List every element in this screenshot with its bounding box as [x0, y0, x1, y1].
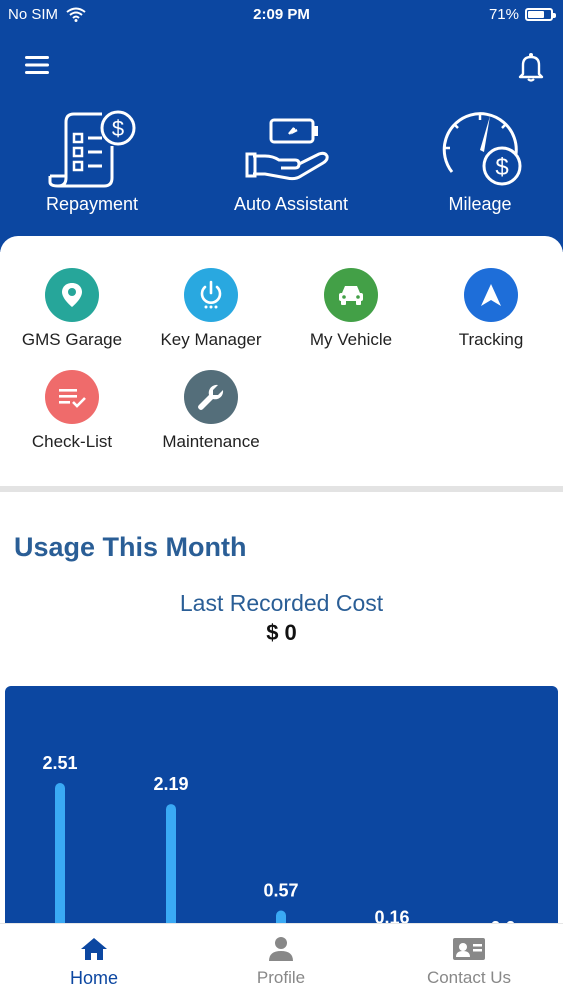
status-time: 2:09 PM	[253, 6, 310, 23]
usage-chart: 2.512.190.570.160.0	[5, 686, 558, 946]
tab-label: Profile	[256, 968, 306, 987]
service-icon-circle	[464, 268, 518, 322]
service-label: Tracking	[458, 330, 524, 349]
svg-text:$: $	[495, 154, 508, 181]
service-icon-circle	[184, 268, 238, 322]
quick-action-auto-assistant[interactable]: Auto Assistant	[211, 106, 371, 215]
service-my-vehicle[interactable]: My Vehicle	[281, 268, 421, 350]
app-header	[0, 30, 563, 102]
tab-profile[interactable]: Profile	[201, 936, 361, 988]
service-maintenance[interactable]: Maintenance	[141, 370, 281, 452]
invoice-dollar-icon: $	[48, 110, 136, 188]
quick-action-label: Mileage	[448, 194, 512, 214]
usage-title: Usage This Month	[14, 532, 247, 562]
car-icon	[339, 286, 363, 305]
service-icon-circle	[184, 370, 238, 424]
notification-button[interactable]	[517, 50, 545, 82]
navigation-arrow-icon	[481, 284, 501, 306]
tab-contact-us[interactable]: Contact Us	[389, 936, 549, 988]
service-key-manager[interactable]: Key Manager	[141, 268, 281, 350]
status-right: 71%	[488, 6, 556, 23]
chart-value-label: 2.19	[153, 774, 188, 794]
svg-text:$: $	[112, 116, 124, 141]
speedometer-dollar-icon: $	[442, 112, 522, 186]
location-pin-icon	[62, 283, 82, 307]
wrench-icon	[198, 384, 224, 410]
service-icon-circle	[45, 268, 99, 322]
service-label: GMS Garage	[21, 330, 123, 349]
chart-value-label: 0.57	[263, 881, 298, 901]
status-bar: No SIM 2:09 PM 71%	[0, 0, 563, 30]
services-grid: GMS Garage Key Manager My Vehicle Tracki…	[0, 236, 563, 486]
tab-label: Home	[69, 968, 118, 988]
service-label: Check-List	[31, 432, 113, 451]
hamburger-menu-icon	[25, 56, 49, 74]
service-label: Key Manager	[160, 330, 262, 349]
battery-percent: 71%	[488, 6, 519, 23]
quick-action-mileage[interactable]: $ Mileage	[400, 106, 560, 215]
section-divider	[0, 486, 563, 492]
power-icon	[200, 280, 222, 309]
service-gms-garage[interactable]: GMS Garage	[2, 268, 142, 350]
last-cost-label: Last Recorded Cost	[179, 590, 384, 616]
bell-icon	[518, 53, 544, 82]
usage-chart-svg: 2.512.190.570.160.0	[42, 753, 516, 946]
person-icon	[269, 937, 293, 961]
chart-value-label: 2.51	[42, 753, 77, 773]
menu-button[interactable]	[24, 54, 52, 76]
service-label: Maintenance	[162, 432, 260, 451]
tab-home[interactable]: Home	[14, 936, 174, 989]
contact-card-icon	[453, 938, 485, 960]
quick-action-repayment[interactable]: $ Repayment	[12, 106, 172, 215]
quick-action-label: Auto Assistant	[233, 194, 349, 214]
quick-action-label: Repayment	[45, 194, 139, 214]
quick-actions: $ Repayment Auto Assistant $ Mileage	[0, 102, 563, 252]
home-icon	[81, 938, 107, 960]
last-cost-value: $ 0	[266, 620, 297, 645]
battery-icon	[525, 8, 556, 21]
checklist-icon	[59, 389, 86, 408]
service-icon-circle	[45, 370, 99, 424]
battery-hand-icon	[245, 118, 329, 181]
service-check-list[interactable]: Check-List	[2, 370, 142, 452]
app-root: No SIM 2:09 PM 71% $ Repayment Auto Assi…	[0, 0, 563, 1000]
battery-level-fill	[528, 11, 544, 18]
service-label: My Vehicle	[309, 330, 393, 349]
bottom-tab-bar: Home Profile Contact Us	[0, 923, 563, 1000]
service-icon-circle	[324, 268, 378, 322]
chart-bar	[55, 783, 65, 946]
tab-label: Contact Us	[426, 968, 512, 987]
service-tracking[interactable]: Tracking	[421, 268, 561, 350]
